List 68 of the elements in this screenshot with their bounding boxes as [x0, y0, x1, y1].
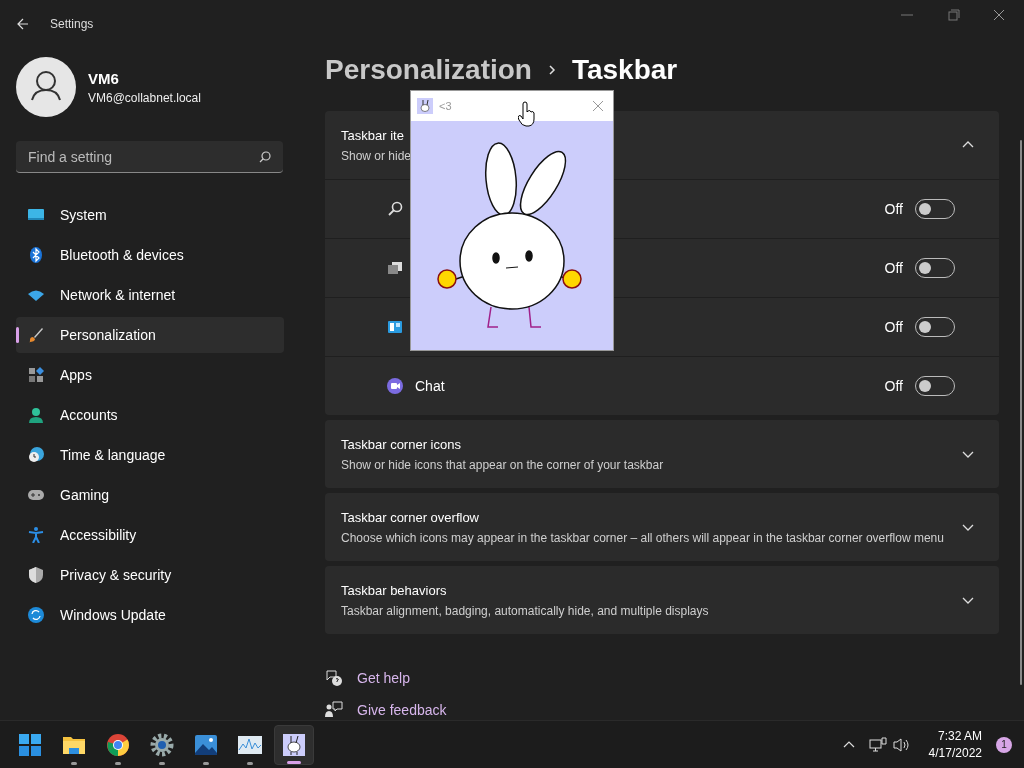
globe-clock-icon	[28, 447, 44, 463]
nav-item[interactable]: Bluetooth & devices	[16, 237, 284, 273]
windows-stack-icon	[387, 260, 403, 276]
nav-item[interactable]: Network & internet	[16, 277, 284, 313]
help-link[interactable]: Give feedback	[357, 700, 447, 720]
nav-item[interactable]: Apps	[16, 357, 284, 393]
setting-title: Taskbar behaviors	[341, 582, 448, 601]
speaker-icon[interactable]	[892, 736, 911, 753]
setting-title: Taskbar corner overflow	[341, 509, 480, 528]
popup-title: <3	[439, 98, 452, 114]
account-email: VM6@collabnet.local	[88, 90, 201, 107]
account-name: VM6	[88, 68, 120, 89]
close-icon[interactable]	[991, 9, 1007, 22]
help-link[interactable]: Get help	[357, 668, 410, 688]
restore-icon[interactable]	[945, 9, 961, 22]
brush-icon	[28, 327, 44, 343]
bunny-icon	[282, 732, 306, 757]
bluetooth-icon	[28, 247, 44, 263]
toggle-state: Off	[884, 200, 903, 219]
accessibility-icon	[28, 527, 44, 543]
chat-icon	[387, 378, 403, 394]
toggle-state: Off	[884, 377, 903, 396]
search-icon	[387, 201, 403, 217]
scrollbar[interactable]	[1020, 140, 1022, 685]
search-icon	[259, 151, 271, 163]
gear-icon	[150, 732, 174, 757]
breadcrumb-current: Taskbar	[571, 52, 678, 87]
taskbar-button[interactable]	[274, 724, 314, 765]
setting-description: Show or hide icons that appear on the corner of your taskbar	[341, 456, 665, 473]
windows-logo-icon	[18, 732, 42, 757]
nav-item[interactable]: System	[16, 197, 284, 233]
apps-icon	[28, 367, 44, 383]
help-chat-icon	[325, 669, 343, 687]
avatar-icon	[16, 57, 76, 117]
photo-icon	[194, 732, 218, 757]
nav-item[interactable]: Privacy & security	[16, 557, 284, 593]
nav-item[interactable]: Personalization	[16, 317, 284, 353]
clock-time[interactable]: 7:32 AM	[937, 727, 982, 745]
display-icon	[28, 207, 44, 223]
clock-date[interactable]: 4/17/2022	[928, 744, 982, 762]
bunny-icon	[417, 98, 433, 114]
nav-item[interactable]: Time & language	[16, 437, 284, 473]
search-field[interactable]: Find a setting	[16, 141, 283, 173]
shield-icon	[28, 567, 44, 583]
feedback-icon	[325, 701, 343, 719]
toggle-state: Off	[884, 318, 903, 337]
nav-item[interactable]: Windows Update	[16, 597, 284, 633]
setting-description: Taskbar alignment, badging, automatically hide, and multiple displays	[341, 602, 710, 619]
setting-label: Chat	[415, 377, 445, 396]
setting-description: Choose which icons may appear in the taskbar corner – all others will appear in the taskbar corner overflow menu	[341, 529, 945, 546]
breadcrumb-parent[interactable]: Personalization	[325, 48, 532, 91]
nav-item[interactable]: Gaming	[16, 477, 284, 513]
nav-item[interactable]: Accounts	[16, 397, 284, 433]
close-icon[interactable]	[592, 100, 604, 112]
toggle-state: Off	[884, 259, 903, 278]
notification-badge[interactable]: 1	[996, 736, 1012, 753]
setting-title: Taskbar ite	[341, 127, 405, 146]
window-title: Settings	[50, 16, 94, 32]
setting-title: Taskbar corner icons	[341, 436, 462, 455]
chrome-icon	[106, 732, 130, 757]
setting-description: Show or hide	[341, 147, 413, 164]
back-icon[interactable]	[17, 18, 29, 30]
network-icon[interactable]	[868, 736, 887, 753]
refresh-icon	[28, 607, 44, 623]
person-icon	[28, 407, 44, 423]
nav-item[interactable]: Accessibility	[16, 517, 284, 553]
gamepad-icon	[28, 487, 44, 503]
widgets-icon	[387, 319, 403, 335]
